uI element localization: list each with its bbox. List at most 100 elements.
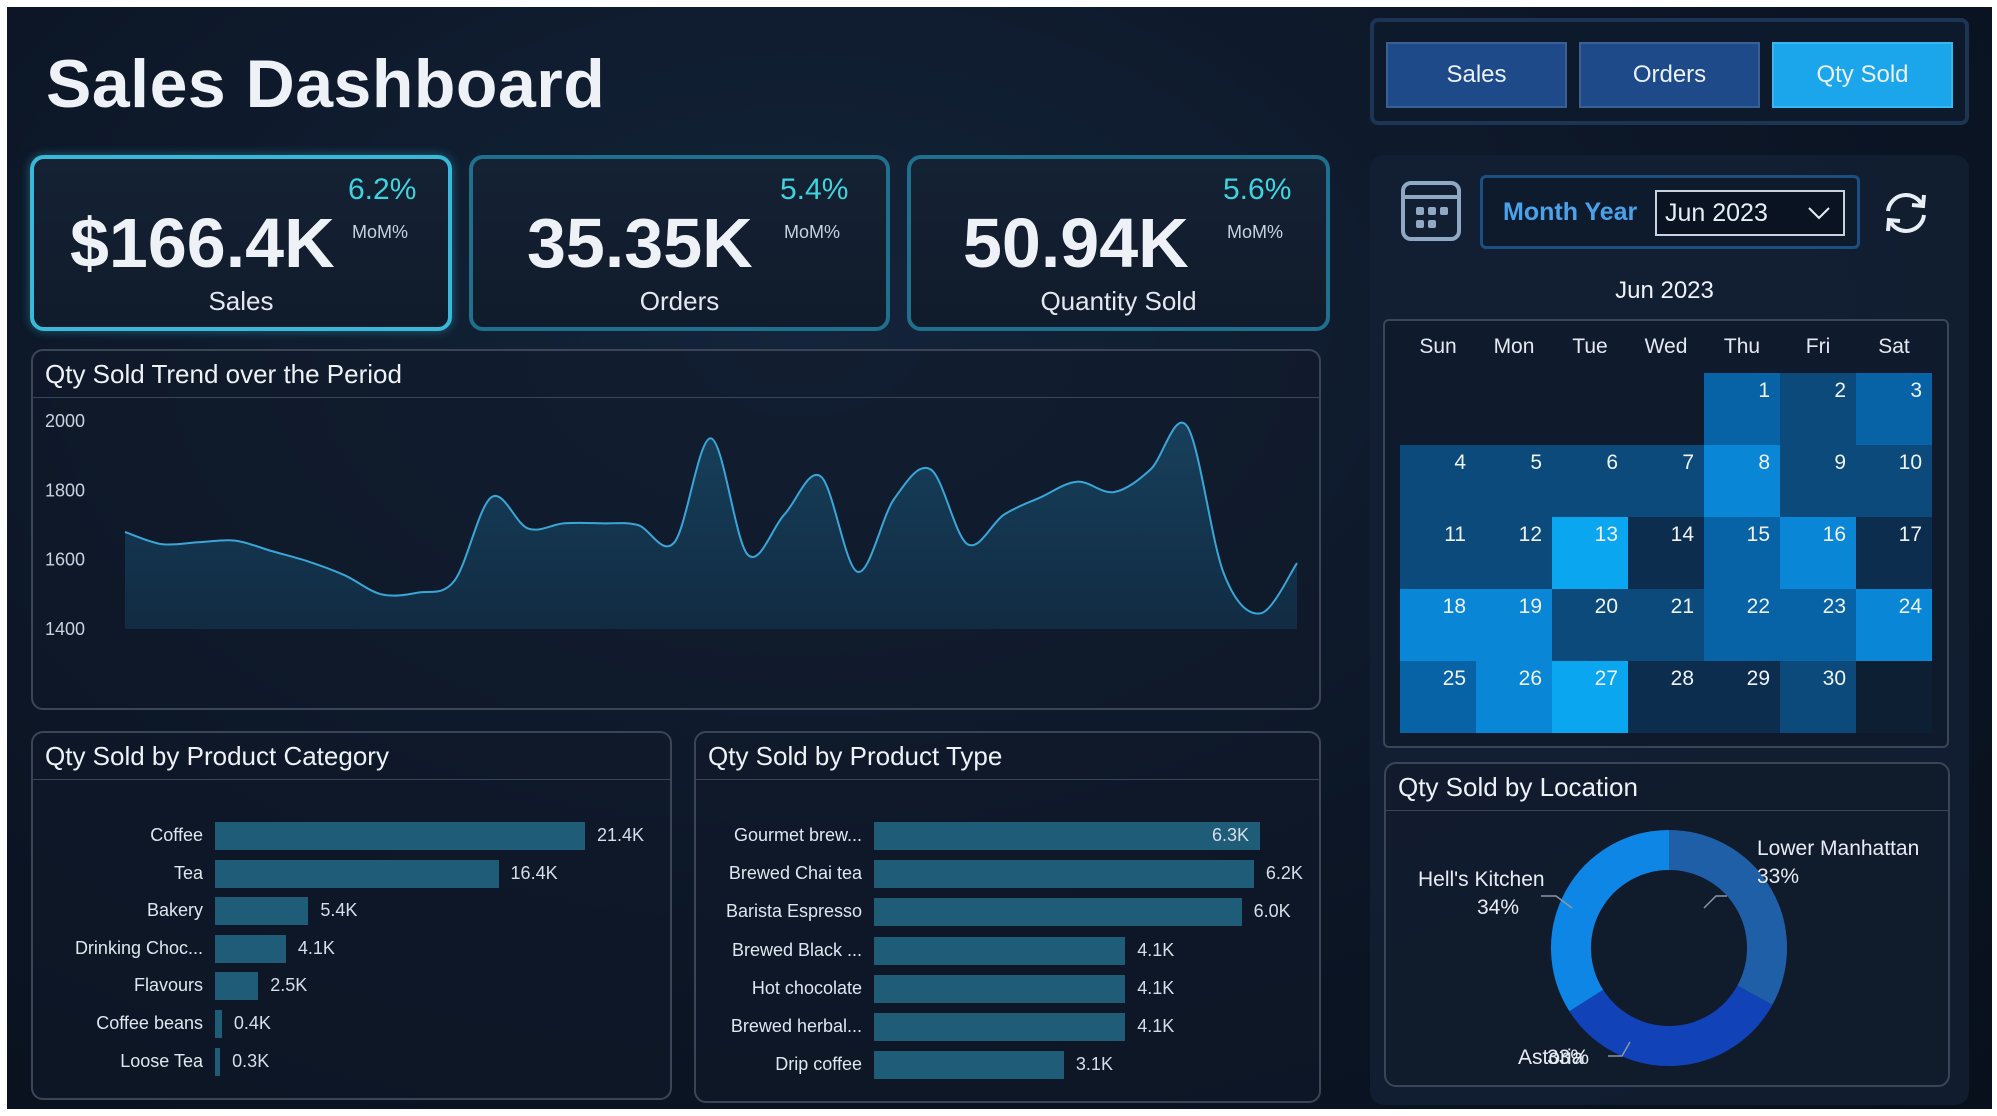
bar[interactable] [215,859,499,888]
calendar-day-cell[interactable]: 12 [1476,517,1552,589]
bar[interactable] [874,1013,1126,1041]
calendar-day-cell[interactable]: 29 [1704,661,1780,733]
calendar-day-cell[interactable]: 27 [1552,661,1628,733]
bar-category-label: Hot chocolate [751,977,862,998]
bar[interactable] [874,974,1126,1003]
orders-toggle-button[interactable]: Orders [1579,42,1760,108]
bar-category-label: Flavours [133,975,203,996]
calendar-empty-cell [1856,661,1932,733]
kpi-mom-label: MoM% [784,222,841,242]
bar[interactable] [874,860,1254,889]
donut-slice[interactable] [1668,830,1787,1005]
bar-value-label: 16.4K [510,862,558,883]
calendar-day-cell[interactable]: 24 [1856,589,1932,661]
calendar-title: Jun 2023 [1615,277,1714,304]
y-tick-label: 2000 [45,411,85,431]
bar[interactable] [215,1010,222,1038]
weekday-label: Mon [1493,335,1535,358]
bar-category-label: Bakery [146,900,203,921]
bar[interactable] [215,1047,221,1076]
bar-value-label: 5.4K [320,900,358,921]
calendar-empty-cell [1552,373,1628,445]
calendar-day-cell[interactable]: 14 [1628,517,1704,589]
calendar-empty-cell [1400,373,1476,445]
kpi-label: Sales [208,286,274,316]
bar-category-label: Drip coffee [775,1054,862,1075]
month-year-dropdown[interactable]: Jun 2023 [1655,190,1845,236]
calendar-day-cell[interactable]: 13 [1552,517,1628,589]
calendar-day-cell[interactable]: 28 [1628,661,1704,733]
bar-value-label: 3.1K [1075,1054,1113,1075]
calendar-day-cell[interactable]: 2 [1780,373,1856,445]
calendar-day-cell[interactable]: 20 [1552,589,1628,661]
bar[interactable] [215,934,286,963]
calendar-day-cell[interactable]: 11 [1400,517,1476,589]
kpi-label: Quantity Sold [1040,286,1197,316]
weekday-label: Wed [1644,335,1688,358]
calendar-empty-cell [1628,373,1704,445]
kpi-value: 50.94K [963,204,1189,282]
calendar-day-cell[interactable]: 6 [1552,445,1628,517]
calendar-day-cell[interactable]: 7 [1628,445,1704,517]
kpi-card-quantity[interactable]: 50.94K 5.6% MoM% Quantity Sold [907,155,1330,331]
location-panel: Qty Sold by Location Hell's Kitchen 34% … [1384,762,1950,1087]
month-year-label: Month Year [1503,198,1638,226]
calendar-day-cell[interactable]: 16 [1780,517,1856,589]
bar[interactable] [874,936,1126,965]
bar-value-label: 0.4K [233,1013,271,1033]
donut-label-name: Hell's Kitchen [1418,868,1545,891]
calendar-empty-cell [1476,373,1552,445]
trend-title: Qty Sold Trend over the Period [45,359,402,389]
calendar-day-cell[interactable]: 18 [1400,589,1476,661]
bar[interactable] [874,1051,1064,1080]
calendar-day-cell[interactable]: 30 [1780,661,1856,733]
panel-divider [33,779,670,780]
bar[interactable] [874,822,1260,850]
bar-category-label: Brewed herbal... [730,1016,862,1036]
calendar-day-cell[interactable]: 3 [1856,373,1932,445]
bar[interactable] [215,972,259,1001]
calendar-day-cell[interactable]: 4 [1400,445,1476,517]
calendar-day-cell[interactable]: 5 [1476,445,1552,517]
kpi-value: $166.4K [70,204,335,282]
calendar-day-cell[interactable]: 15 [1704,517,1780,589]
calendar-day-cell[interactable]: 9 [1780,445,1856,517]
kpi-pct: 5.6% [1223,173,1292,206]
calendar-day-cell[interactable]: 21 [1628,589,1704,661]
qty-sold-toggle-button[interactable]: Qty Sold [1772,42,1953,108]
weekday-label: Tue [1572,335,1608,358]
sales-toggle-button[interactable]: Sales [1386,42,1567,108]
bar[interactable] [874,898,1242,927]
y-tick-label: 1800 [45,480,85,500]
dashboard-canvas: Sales Dashboard $166.4K 6.2% MoM% Sales … [7,7,1992,1109]
calendar-day-cell[interactable]: 23 [1780,589,1856,661]
kpi-pct: 6.2% [348,173,417,206]
kpi-card-orders[interactable]: 35.35K 5.4% MoM% Orders [469,155,890,331]
calendar-day-cell[interactable]: 19 [1476,589,1552,661]
calendar-day-cell[interactable]: 10 [1856,445,1932,517]
kpi-mom-label: MoM% [1227,222,1284,242]
bar-category-label: Coffee [150,825,203,845]
calendar-day-cell[interactable]: 25 [1400,661,1476,733]
calendar-day-cell[interactable]: 1 [1704,373,1780,445]
trend-panel: Qty Sold Trend over the Period 2000 1800 1… [31,349,1321,710]
bar-value-label: 0.3K [232,1050,270,1071]
calendar-day-cell[interactable]: 17 [1856,517,1932,589]
trend-area-chart: 2000 1800 1600 1400 [45,411,1298,639]
category-title: Qty Sold by Product Category [45,741,389,771]
kpi-label: Orders [639,286,720,316]
bar-category-label: Gourmet brew... [733,825,862,845]
metric-toggle-group: Sales Orders Qty Sold [1370,18,1969,125]
bar[interactable] [215,897,309,926]
bar[interactable] [215,822,585,850]
donut-slice[interactable] [1551,830,1670,1012]
kpi-card-sales[interactable]: $166.4K 6.2% MoM% Sales [30,155,452,331]
refresh-icon[interactable] [1878,185,1934,241]
calendar-day-cell[interactable]: 8 [1704,445,1780,517]
donut-label-name: Lower Manhattan [1757,837,1919,860]
y-tick-label: 1600 [45,550,85,570]
calendar-day-cell[interactable]: 26 [1476,661,1552,733]
weekday-label: Thu [1723,335,1761,358]
donut-slice[interactable] [1569,985,1773,1066]
calendar-day-cell[interactable]: 22 [1704,589,1780,661]
